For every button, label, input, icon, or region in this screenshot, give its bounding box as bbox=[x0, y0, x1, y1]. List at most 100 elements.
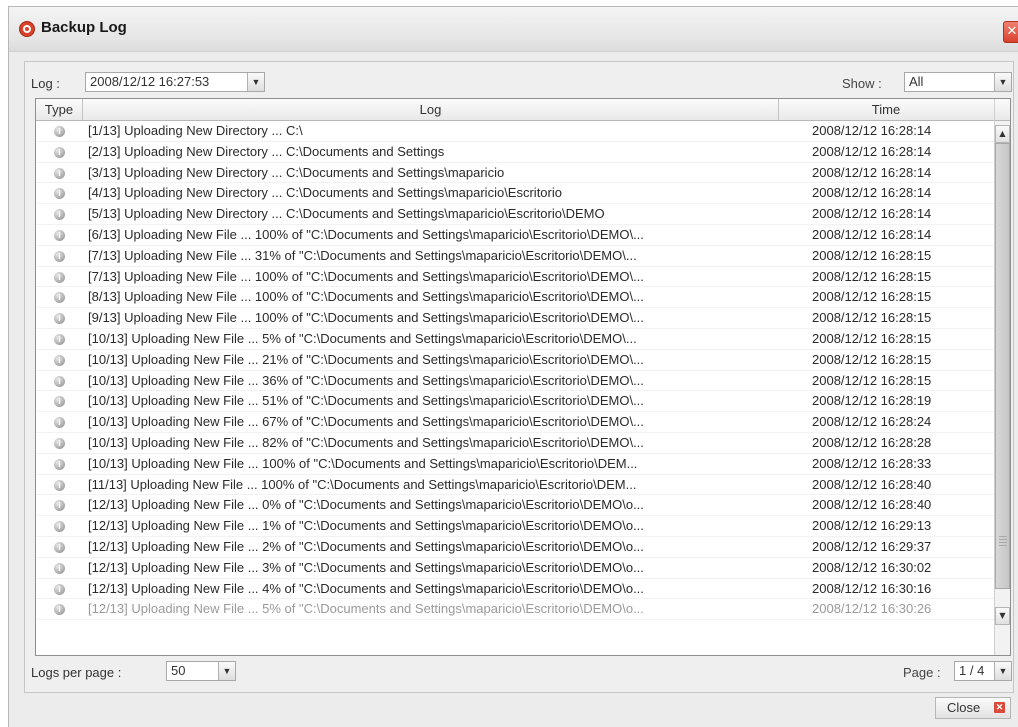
table-row[interactable]: i [12/13] Uploading New File ... 0% of "C… bbox=[36, 495, 996, 517]
cell-log: [10/13] Uploading New File ... 100% of "… bbox=[88, 455, 638, 471]
cell-time: 2008/12/12 16:28:15 bbox=[812, 372, 932, 388]
table-row[interactable]: i [7/13] Uploading New File ... 31% of "C… bbox=[36, 246, 996, 267]
cell-type: i bbox=[36, 579, 83, 599]
cell-log: [10/13] Uploading New File ... 5% of "C:… bbox=[88, 330, 637, 346]
cell-time: 2008/12/12 16:28:28 bbox=[812, 434, 932, 450]
cell-log: [7/13] Uploading New File ... 31% of "C:… bbox=[88, 247, 637, 263]
cell-time: 2008/12/12 16:28:15 bbox=[812, 330, 932, 346]
logs-per-page-select[interactable]: 50 ▼ bbox=[166, 661, 236, 681]
cell-type: i bbox=[36, 371, 83, 391]
table-row[interactable]: i [12/13] Uploading New File ... 1% of "C… bbox=[36, 516, 996, 537]
table-row[interactable]: i [10/13] Uploading New File ... 5% of "C… bbox=[36, 329, 996, 350]
scroll-up-icon[interactable]: ▲ bbox=[995, 125, 1010, 143]
table-row[interactable]: i [9/13] Uploading New File ... 100% of "… bbox=[36, 308, 996, 329]
window-close-icon[interactable]: ✕ bbox=[1003, 21, 1018, 43]
cell-log: [10/13] Uploading New File ... 67% of "C… bbox=[88, 414, 644, 430]
cell-type: i bbox=[36, 163, 83, 183]
cell-log: [12/13] Uploading New File ... 0% of "C:… bbox=[88, 497, 644, 513]
cell-type: i bbox=[36, 537, 83, 557]
info-icon: i bbox=[54, 562, 65, 574]
table-row[interactable]: i [10/13] Uploading New File ... 67% of "… bbox=[36, 412, 996, 433]
table-row[interactable]: i [3/13] Uploading New Directory ... C:\D… bbox=[36, 163, 996, 184]
cell-log: [3/13] Uploading New Directory ... C:\Do… bbox=[88, 164, 505, 180]
info-icon: i bbox=[54, 521, 65, 533]
table-row[interactable]: i [6/13] Uploading New File ... 100% of "… bbox=[36, 225, 996, 246]
log-session-value: 2008/12/12 16:27:53 bbox=[90, 74, 210, 89]
info-icon: i bbox=[54, 292, 65, 304]
cell-log: [2/13] Uploading New Directory ... C:\Do… bbox=[88, 143, 445, 159]
cell-time: 2008/12/12 16:28:19 bbox=[812, 393, 932, 409]
cell-time: 2008/12/12 16:28:14 bbox=[812, 164, 932, 180]
vertical-scrollbar[interactable]: ▲ ▼ bbox=[994, 99, 1010, 655]
info-icon: i bbox=[54, 188, 65, 200]
cell-log: [5/13] Uploading New Directory ... C:\Do… bbox=[88, 206, 605, 222]
info-icon: i bbox=[54, 417, 65, 429]
table-row[interactable]: i [7/13] Uploading New File ... 100% of "… bbox=[36, 267, 996, 288]
info-icon: i bbox=[54, 126, 65, 138]
column-header-time[interactable]: Time bbox=[779, 99, 993, 120]
show-filter-select[interactable]: All ▼ bbox=[904, 72, 1012, 92]
info-icon: i bbox=[54, 146, 65, 158]
show-filter-value: All bbox=[909, 74, 924, 89]
cell-log: [10/13] Uploading New File ... 82% of "C… bbox=[88, 434, 644, 450]
info-icon: i bbox=[54, 167, 65, 179]
cell-log: [8/13] Uploading New File ... 100% of "C… bbox=[88, 289, 644, 305]
table-row[interactable]: i [2/13] Uploading New Directory ... C:\D… bbox=[36, 142, 996, 163]
info-icon: i bbox=[54, 438, 65, 450]
column-header-log[interactable]: Log bbox=[83, 99, 779, 120]
cell-log: [12/13] Uploading New File ... 1% of "C:… bbox=[88, 518, 644, 534]
cell-log: [6/13] Uploading New File ... 100% of "C… bbox=[88, 226, 644, 242]
table-row[interactable]: i [1/13] Uploading New Directory ... C:\ 2… bbox=[36, 121, 996, 142]
column-header-type[interactable]: Type bbox=[36, 99, 83, 120]
table-row[interactable]: i [12/13] Uploading New File ... 5% of "C… bbox=[36, 599, 996, 621]
table-row[interactable]: i [8/13] Uploading New File ... 100% of "… bbox=[36, 287, 996, 309]
log-table: Type Log Time i [1/13] Uploading New Dire… bbox=[35, 98, 1011, 656]
table-row[interactable]: i [10/13] Uploading New File ... 21% of "… bbox=[36, 350, 996, 371]
log-panel: Log : 2008/12/12 16:27:53 ▼ Show : All ▼… bbox=[24, 61, 1014, 693]
close-icon: ✕ bbox=[994, 702, 1005, 713]
table-row[interactable]: i [10/13] Uploading New File ... 82% of "… bbox=[36, 433, 996, 454]
cell-log: [1/13] Uploading New Directory ... C:\ bbox=[88, 123, 303, 138]
cell-log: [10/13] Uploading New File ... 51% of "C… bbox=[88, 393, 644, 409]
cell-time: 2008/12/12 16:28:40 bbox=[812, 476, 932, 492]
cell-type: i bbox=[36, 142, 83, 162]
grip-icon bbox=[999, 536, 1007, 546]
show-label: Show : bbox=[842, 76, 882, 91]
table-row[interactable]: i [12/13] Uploading New File ... 2% of "C… bbox=[36, 537, 996, 558]
table-row[interactable]: i [12/13] Uploading New File ... 4% of "C… bbox=[36, 579, 996, 600]
cell-type: i bbox=[36, 454, 83, 474]
cell-type: i bbox=[36, 204, 83, 224]
scrollbar-thumb[interactable] bbox=[995, 143, 1010, 589]
cell-time: 2008/12/12 16:28:14 bbox=[812, 123, 932, 138]
chevron-down-icon[interactable]: ▼ bbox=[994, 73, 1011, 91]
cell-type: i bbox=[36, 121, 83, 141]
page-select[interactable]: 1 / 4 ▼ bbox=[954, 661, 1012, 681]
cell-type: i bbox=[36, 267, 83, 287]
cell-log: [7/13] Uploading New File ... 100% of "C… bbox=[88, 268, 644, 284]
table-row[interactable]: i [5/13] Uploading New Directory ... C:\D… bbox=[36, 204, 996, 225]
cell-time: 2008/12/12 16:29:13 bbox=[812, 518, 932, 534]
table-row[interactable]: i [4/13] Uploading New Directory ... C:\D… bbox=[36, 183, 996, 205]
cell-time: 2008/12/12 16:28:15 bbox=[812, 289, 932, 305]
log-session-select[interactable]: 2008/12/12 16:27:53 ▼ bbox=[85, 72, 265, 92]
cell-time: 2008/12/12 16:28:15 bbox=[812, 351, 932, 367]
close-button[interactable]: Close ✕ bbox=[935, 697, 1011, 719]
info-icon: i bbox=[54, 271, 65, 283]
chevron-down-icon[interactable]: ▼ bbox=[994, 662, 1011, 680]
cell-type: i bbox=[36, 225, 83, 245]
info-icon: i bbox=[54, 334, 65, 346]
table-row[interactable]: i [10/13] Uploading New File ... 36% of "… bbox=[36, 371, 996, 392]
cell-type: i bbox=[36, 475, 83, 495]
table-row[interactable]: i [11/13] Uploading New File ... 100% of … bbox=[36, 475, 996, 496]
cell-time: 2008/12/12 16:28:14 bbox=[812, 206, 932, 222]
cell-type: i bbox=[36, 329, 83, 349]
table-row[interactable]: i [10/13] Uploading New File ... 100% of … bbox=[36, 454, 996, 475]
chevron-down-icon[interactable]: ▼ bbox=[247, 73, 264, 91]
chevron-down-icon[interactable]: ▼ bbox=[218, 662, 235, 680]
scroll-down-icon[interactable]: ▼ bbox=[995, 607, 1010, 625]
table-header: Type Log Time bbox=[36, 99, 996, 121]
cell-time: 2008/12/12 16:28:15 bbox=[812, 268, 932, 284]
table-row[interactable]: i [10/13] Uploading New File ... 51% of "… bbox=[36, 391, 996, 413]
table-row[interactable]: i [12/13] Uploading New File ... 3% of "C… bbox=[36, 558, 996, 579]
scrollbar-corner bbox=[995, 99, 1010, 121]
